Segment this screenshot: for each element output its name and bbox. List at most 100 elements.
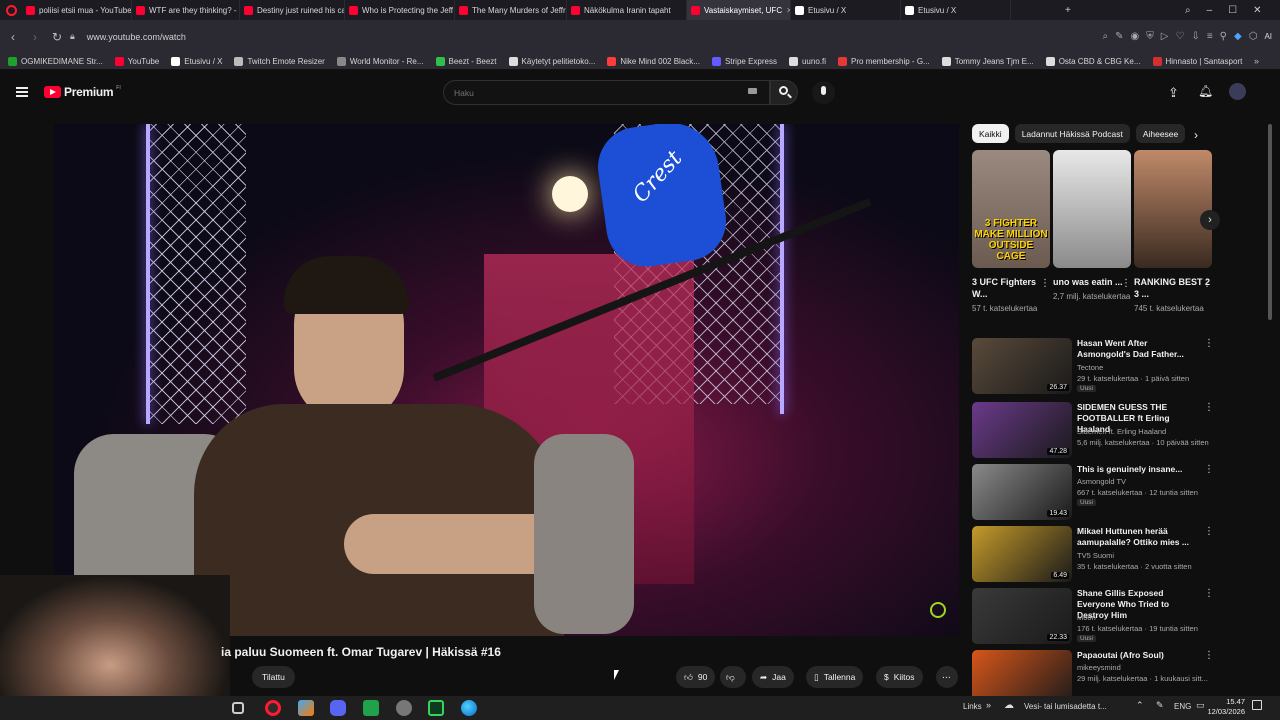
video-more-icon[interactable]: ⋮ [1204,526,1214,537]
browser-tab[interactable]: WTF are they thinking? - Y [132,0,240,20]
search-box[interactable] [443,80,770,105]
play-app-icon[interactable] [428,700,444,716]
filter-chip[interactable]: Ladannut Häkissä Podcast [1014,124,1130,143]
video-title-link[interactable]: Hasan Went After Asmongold's Dad Father.… [1077,338,1202,360]
shield-icon[interactable]: ⛨ [1146,31,1154,42]
filter-chip[interactable]: Aiheesee [1135,124,1186,143]
video-title-link[interactable]: Papaoutai (Afro Soul) [1077,650,1202,661]
video-more-icon[interactable]: ⋮ [1204,338,1214,349]
minimize-icon[interactable]: – [1207,5,1213,16]
opera-taskbar-icon[interactable] [265,700,281,716]
share-button[interactable]: ➦ Jaa [752,666,794,688]
channel-name[interactable]: mikeeysmind [1077,663,1121,672]
recommended-video[interactable]: 6.49 Mikael Huttunen herää aamupalalle? O… [972,526,1217,584]
bookmark-item[interactable]: Tommy Jeans Tjm E... [941,56,1034,66]
browser-tab[interactable]: poliisi etsii mua - YouTube [22,0,132,20]
plus-icon[interactable]: + [1065,5,1071,16]
channel-name[interactable]: Sidemen ft. Erling Haaland [1077,427,1166,436]
opera-logo-icon[interactable] [0,0,22,20]
edit-icon[interactable]: ✎ [1115,31,1123,42]
recommended-video[interactable]: 19.43 This is genuinely insane... Asmongol… [972,464,1217,522]
notifications-bell-icon[interactable]: 🔔︎ [1198,84,1213,98]
bookmark-item[interactable]: World Monitor - Re... [336,56,424,66]
dislike-button[interactable]: 👎︎ [720,666,746,688]
video-more-icon[interactable]: ⋮ [1204,588,1214,599]
bookmarks-overflow-icon[interactable]: » [1254,56,1259,66]
browser-tab[interactable]: Etusivu / X [791,0,901,20]
browser-tab[interactable]: The Many Murders of Jeffr [455,0,567,20]
green-app-icon[interactable] [363,700,379,716]
channel-name[interactable]: TV5 Suomi [1077,551,1114,560]
weather-text[interactable]: Vesi- tai lumisadetta t... [1024,702,1107,711]
browser-tab[interactable]: Who is Protecting the Jeff [345,0,455,20]
task-view-icon[interactable] [232,702,244,714]
video-more-icon[interactable]: ⋮ [1204,464,1214,475]
keyboard-icon[interactable] [748,88,757,94]
video-title-link[interactable]: Mikael Huttunen herää aamupalalle? Ottik… [1077,526,1202,548]
pen-icon[interactable]: ✎ [1156,700,1164,711]
search-button[interactable] [770,80,798,105]
chips-next-icon[interactable]: › [1194,128,1198,142]
video-more-icon[interactable]: ⋮ [1204,650,1214,661]
forward-icon[interactable]: › [24,30,46,44]
video-thumbnail[interactable]: 6.49 [972,526,1072,582]
recommended-video[interactable]: 26.37 Hasan Went After Asmongold's Dad Fa… [972,338,1217,396]
video-thumbnail[interactable]: 22.33 [972,588,1072,644]
browser-tab[interactable]: Etusivu / X [901,0,1011,20]
search-tabs-icon[interactable]: ⌕ [1185,5,1191,16]
subscribe-button[interactable]: Tilattu [252,666,295,688]
short-title[interactable]: uno was eatin ... [1053,276,1131,288]
network-icon[interactable]: ▭ [1196,700,1205,711]
reload-icon[interactable]: ↻ [46,30,68,44]
download-icon[interactable]: ⇩ [1191,31,1199,42]
browser-tab[interactable]: Näkökulma Iranin tapaht [567,0,687,20]
bookmark-item[interactable]: Stripe Express [711,56,777,66]
bookmark-item[interactable]: Twitch Emote Resizer [234,56,325,66]
shorts-next-icon[interactable]: › [1200,210,1220,230]
sidebar-scrollbar[interactable] [1268,124,1272,320]
play-icon[interactable]: ▷ [1161,31,1169,42]
language-indicator[interactable]: ENG [1174,702,1191,711]
notification-center-icon[interactable] [1252,700,1262,710]
maximize-icon[interactable]: ☐ [1228,5,1237,16]
clock[interactable]: 15.47 12/03/2026 [1205,697,1245,717]
close-window-icon[interactable]: ✕ [1253,5,1261,16]
bookmark-item[interactable]: uuno.fi [788,56,826,66]
video-thumbnail[interactable]: 26.37 [972,338,1072,394]
video-title-link[interactable]: This is genuinely insane... [1077,464,1202,475]
avatar[interactable] [1229,83,1246,100]
extension-icon[interactable]: ⚲ [1220,31,1227,42]
bookmark-item[interactable]: Osta CBD & CBG Ke... [1045,56,1141,66]
short-thumbnail[interactable]: 3 FIGHTER MAKE MILLION OUTSIDE CAGE [972,150,1050,268]
settings-app-icon[interactable] [396,700,412,716]
bookmark-item[interactable]: YouTube [114,56,159,66]
menu-lines-icon[interactable]: ≡ [1207,31,1213,42]
short-item[interactable]: uno was eatin ... 2,7 milj. katselukertaa… [1053,150,1131,302]
channel-name[interactable]: Asmongold TV [1077,477,1126,486]
channel-watermark-icon[interactable] [930,602,946,618]
youtube-logo[interactable]: Premium FI [44,85,121,99]
upload-icon[interactable]: ⇪ [1168,85,1179,101]
voice-search-button[interactable] [812,81,835,104]
short-title[interactable]: 3 UFC Fighters W... [972,276,1050,300]
video-thumbnail[interactable]: 47.28 [972,402,1072,458]
taskbar-chevron-icon[interactable]: » [986,700,991,710]
bookmark-item[interactable]: Käytetyt pelitietoko... [508,56,595,66]
thanks-button[interactable]: $ Kiitos [876,666,923,688]
save-button[interactable]: ▯ Tallenna [806,666,864,688]
heart-icon[interactable]: ♡ [1175,31,1184,42]
browser-tab[interactable]: Destiny just ruined his ca [240,0,345,20]
bookmark-item[interactable]: Beezt - Beezt [435,56,497,66]
short-item[interactable]: RANKING BEST 2 3 ... 745 t. katselukertaa… [1134,150,1212,314]
channel-name[interactable]: Tectone [1077,363,1103,372]
widget-app-icon[interactable] [298,700,314,716]
bookmark-item[interactable]: Nike Mind 002 Black... [607,56,700,66]
video-thumbnail[interactable]: 19.43 [972,464,1072,520]
recommended-video[interactable]: 22.33 Shane Gillis Exposed Everyone Who T… [972,588,1217,646]
back-icon[interactable]: ‹ [2,30,24,44]
short-more-icon[interactable]: ⋮ [1040,278,1050,289]
short-thumbnail[interactable] [1053,150,1131,268]
cube-icon[interactable]: ⬡ [1249,31,1258,42]
find-icon[interactable]: ⌕ [1103,31,1109,42]
links-toolbar[interactable]: Links [963,702,982,711]
